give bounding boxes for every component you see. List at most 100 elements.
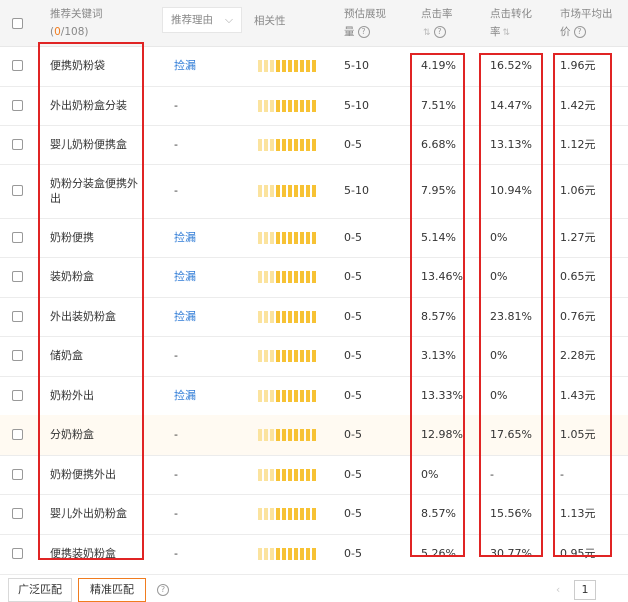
volume-cell: 0-5 <box>344 428 362 441</box>
keyword-count-close: ) <box>84 26 89 38</box>
relevance-tick <box>276 99 280 112</box>
relevance-tick <box>270 468 274 481</box>
broad-match-tab[interactable]: 广泛匹配 <box>8 578 72 602</box>
reason-cell[interactable]: 捡漏 <box>174 269 196 284</box>
row-checkbox[interactable] <box>12 389 23 401</box>
relevance-tick <box>288 389 292 402</box>
chevron-down-icon: ⌵ <box>225 14 233 26</box>
reason-cell[interactable]: 捡漏 <box>174 309 196 324</box>
help-icon[interactable]: ? <box>157 584 169 596</box>
reason-cell[interactable]: 捡漏 <box>174 230 196 245</box>
row-checkbox[interactable] <box>12 548 23 559</box>
help-icon[interactable]: ? <box>573 26 586 38</box>
price-highlight-box <box>553 53 612 557</box>
row-checkbox[interactable] <box>12 508 23 519</box>
relevance-tick <box>294 138 298 151</box>
reason-filter-dropdown[interactable]: 推荐理由 ⌵ <box>162 7 242 33</box>
cvr-column-header[interactable]: 点击转化 率 ⇅ <box>490 5 532 42</box>
relevance-tick <box>282 350 286 362</box>
relevance-tick <box>258 138 262 151</box>
relevance-tick <box>312 508 316 520</box>
relevance-tick <box>312 389 316 402</box>
row-checkbox[interactable] <box>12 429 23 440</box>
help-icon-footer[interactable]: ? <box>154 581 169 599</box>
relevance-tick <box>300 231 304 244</box>
relevance-column-header: 相关性 <box>254 15 286 27</box>
reason-cell[interactable]: 捡漏 <box>174 58 196 73</box>
help-icon[interactable]: ? <box>433 26 446 38</box>
relevance-tick <box>264 429 268 441</box>
row-checkbox[interactable] <box>12 138 23 150</box>
relevance-tick <box>276 271 280 283</box>
relevance-tick <box>294 389 298 402</box>
exact-match-tab[interactable]: 精准匹配 <box>78 578 146 602</box>
relevance-tick <box>306 60 310 72</box>
row-checkbox[interactable] <box>12 468 23 480</box>
relevance-tick <box>276 548 280 560</box>
relevance-tick <box>264 548 268 560</box>
relevance-tick <box>270 389 274 402</box>
relevance-tick <box>276 310 280 323</box>
page-number[interactable]: 1 <box>574 580 596 600</box>
relevance-tick <box>282 429 286 441</box>
volume-cell: 5-10 <box>344 59 369 72</box>
row-checkbox[interactable] <box>12 60 23 71</box>
relevance-tick <box>300 548 304 560</box>
relevance-bars <box>258 271 322 283</box>
row-checkbox[interactable] <box>12 99 23 111</box>
row-checkbox[interactable] <box>12 185 23 196</box>
ctr-column-header[interactable]: 点击率 ⇅? <box>421 5 453 42</box>
relevance-tick <box>258 60 262 72</box>
relevance-tick <box>306 231 310 244</box>
relevance-tick <box>270 271 274 283</box>
reason-header-label: 推荐理由 <box>171 14 213 26</box>
relevance-tick <box>270 350 274 362</box>
ctr-header-label: 点击率 <box>421 8 453 20</box>
relevance-tick <box>312 138 316 151</box>
relevance-tick <box>312 271 316 283</box>
select-all-checkbox[interactable] <box>12 18 23 29</box>
relevance-bars <box>258 231 322 244</box>
relevance-tick <box>306 138 310 151</box>
relevance-tick <box>294 231 298 244</box>
help-icon[interactable]: ? <box>357 26 370 38</box>
volume-cell: 0-5 <box>344 547 362 560</box>
volume-cell: 0-5 <box>344 270 362 283</box>
relevance-tick <box>312 310 316 323</box>
relevance-tick <box>258 185 262 197</box>
reason-cell[interactable]: 捡漏 <box>174 388 196 403</box>
relevance-tick <box>294 350 298 362</box>
relevance-tick <box>282 185 286 197</box>
row-checkbox[interactable] <box>12 350 23 361</box>
sort-icon[interactable]: ⇅ <box>423 28 431 38</box>
cvr-header-label: 点击转化 <box>490 8 532 20</box>
relevance-tick <box>258 99 262 112</box>
relevance-tick <box>258 231 262 244</box>
relevance-bars <box>258 138 322 151</box>
relevance-tick <box>294 60 298 72</box>
volume-cell: 0-5 <box>344 388 362 402</box>
prev-page-icon[interactable]: ‹ <box>556 581 560 599</box>
sort-icon[interactable]: ⇅ <box>503 28 511 38</box>
relevance-tick <box>300 138 304 151</box>
row-checkbox[interactable] <box>12 271 23 282</box>
relevance-tick <box>294 468 298 481</box>
keyword-total-count: /108 <box>60 26 85 38</box>
keyword-count: (0/108) <box>50 26 89 38</box>
relevance-tick <box>294 548 298 560</box>
relevance-tick <box>294 310 298 323</box>
row-checkbox[interactable] <box>12 231 23 243</box>
volume-cell: 0-5 <box>344 309 362 323</box>
relevance-tick <box>288 429 292 441</box>
relevance-tick <box>276 429 280 441</box>
volume-cell: 0-5 <box>344 467 362 481</box>
relevance-tick <box>300 389 304 402</box>
price-column-header: 市场平均出 价? <box>560 5 613 41</box>
relevance-tick <box>264 468 268 481</box>
relevance-tick <box>306 350 310 362</box>
row-checkbox[interactable] <box>12 310 23 322</box>
keyword-column-header: 推荐关键词 (0/108) <box>50 5 103 41</box>
reason-cell: - <box>174 184 178 197</box>
reason-cell: - <box>174 428 178 441</box>
relevance-tick <box>270 508 274 520</box>
